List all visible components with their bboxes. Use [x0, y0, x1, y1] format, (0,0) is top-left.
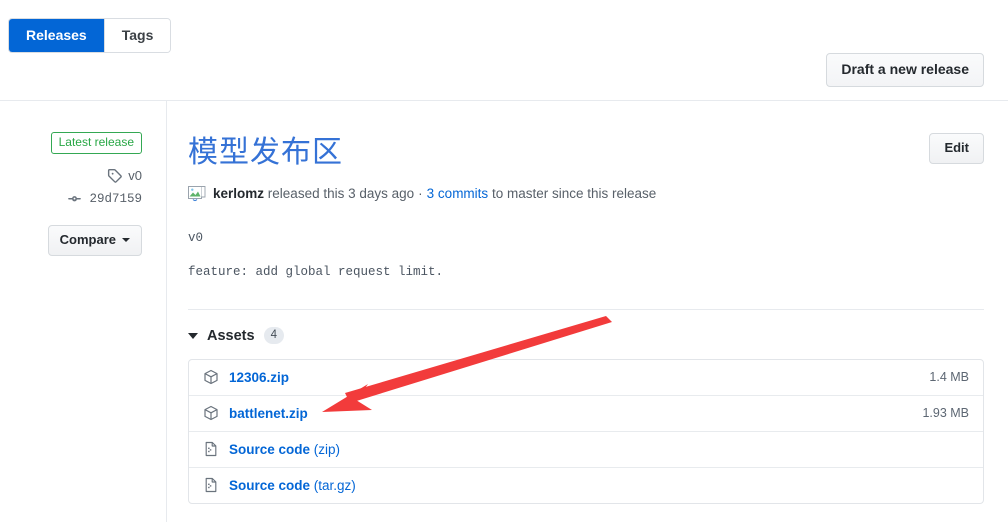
- branch-since-text: to master since this release: [491, 186, 657, 201]
- table-row[interactable]: battlenet.zip 1.93 MB: [189, 395, 983, 431]
- asset-file-suffix: (zip): [310, 441, 341, 457]
- release-author-link[interactable]: kerlomz: [213, 184, 264, 204]
- release-content: Edit 模型发布区 kerlomz released this 3 days …: [188, 101, 984, 504]
- asset-file-name: Source code: [229, 477, 311, 493]
- assets-toggle[interactable]: Assets 4: [188, 327, 284, 344]
- chevron-down-icon: [122, 238, 130, 242]
- compare-label: Compare: [59, 232, 116, 247]
- compare-button[interactable]: Compare: [47, 225, 142, 256]
- draft-new-release-button[interactable]: Draft a new release: [826, 53, 984, 87]
- asset-link[interactable]: Source code (zip): [229, 442, 340, 457]
- release-meta-sidebar: Latest release v0 29d7159 Compare: [0, 101, 166, 256]
- release-body-line: v0: [188, 231, 204, 245]
- table-row[interactable]: Source code (zip): [189, 431, 983, 467]
- commits-since-link[interactable]: 3 commits: [427, 184, 489, 204]
- triangle-down-icon: [188, 332, 198, 339]
- table-row[interactable]: 12306.zip 1.4 MB: [189, 360, 983, 395]
- assets-label: Assets: [207, 327, 255, 344]
- asset-link[interactable]: Source code (tar.gz): [229, 478, 356, 493]
- release-tabs: Releases Tags: [8, 18, 172, 53]
- assets-list: 12306.zip 1.4 MB battlenet.zip 1.93 MB S…: [188, 359, 984, 504]
- release-commit[interactable]: 29d7159: [0, 191, 142, 206]
- table-row[interactable]: Source code (tar.gz): [189, 467, 983, 503]
- asset-file-name: 12306.zip: [229, 369, 290, 385]
- asset-link[interactable]: 12306.zip: [229, 370, 289, 385]
- asset-link[interactable]: battlenet.zip: [229, 406, 308, 421]
- commit-icon: [66, 191, 83, 206]
- package-icon: [203, 405, 219, 421]
- asset-size: 1.93 MB: [922, 406, 969, 420]
- tag-name: v0: [128, 168, 142, 183]
- column-divider: [166, 101, 167, 522]
- file-zip-icon: [203, 441, 219, 457]
- release-body-line: feature: add global request limit.: [188, 265, 444, 279]
- commit-sha: 29d7159: [89, 191, 142, 206]
- released-this-text: released this: [267, 186, 345, 201]
- release-time-ago: 3 days ago: [348, 186, 415, 201]
- edit-release-button[interactable]: Edit: [929, 133, 984, 164]
- asset-file-name: Source code: [229, 441, 311, 457]
- latest-release-badge: Latest release: [50, 132, 142, 154]
- tag-icon: [107, 168, 123, 183]
- tab-releases[interactable]: Releases: [9, 19, 104, 52]
- release-byline: kerlomz released this 3 days ago · 3 com…: [188, 184, 984, 204]
- byline-separator: ·: [418, 186, 423, 201]
- asset-file-suffix: (tar.gz): [310, 477, 356, 493]
- asset-file-name: battlenet.zip: [229, 405, 308, 421]
- asset-size: 1.4 MB: [929, 370, 969, 384]
- release-tag[interactable]: v0: [0, 168, 142, 183]
- assets-divider: [188, 309, 984, 310]
- release-title[interactable]: 模型发布区: [188, 101, 984, 173]
- package-icon: [203, 369, 219, 385]
- assets-count-badge: 4: [263, 327, 284, 344]
- release-body: v0 feature: add global request limit.: [188, 229, 984, 282]
- tab-tags[interactable]: Tags: [103, 19, 171, 52]
- file-zip-icon: [203, 477, 219, 493]
- broken-image-avatar-icon: [188, 185, 206, 203]
